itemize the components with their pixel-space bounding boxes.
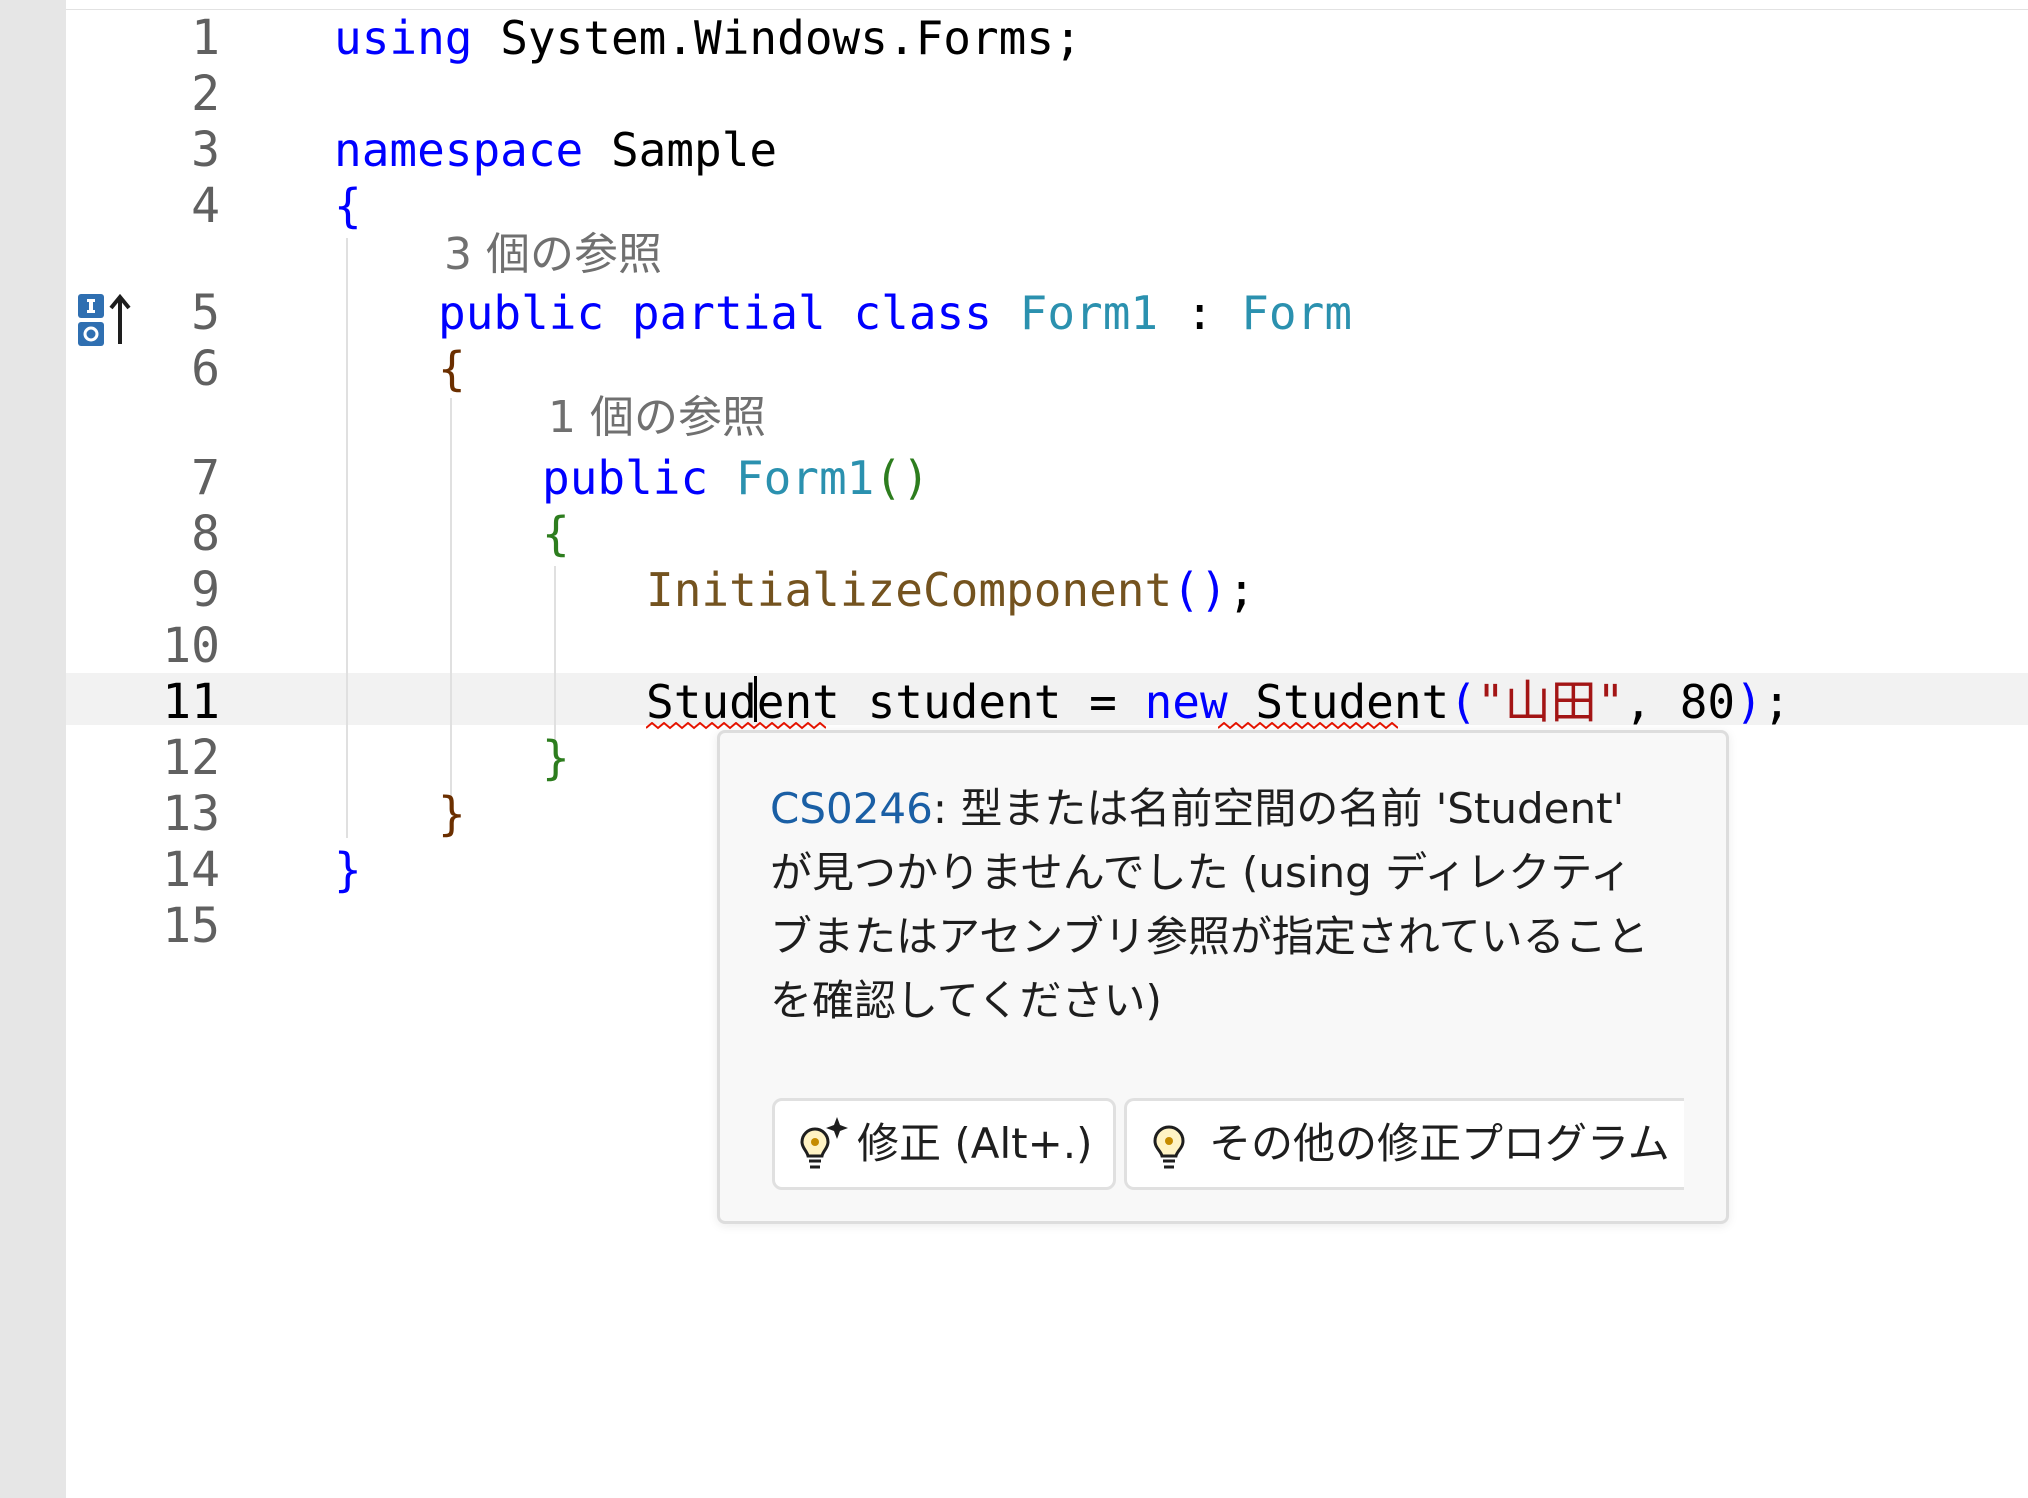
line-number: 2 [191,66,220,122]
fix-button-label: 修正 (Alt+.) [857,1119,1093,1168]
code-line-13[interactable]: } [438,786,466,842]
sparkle-lightbulb-icon [795,1115,851,1175]
line-number: 3 [191,122,220,178]
codelens-references[interactable]: 1 個の参照 [548,393,766,443]
line-number: 8 [191,506,220,562]
more-fixes-label: その他の修正プログラム (A [1209,1119,1684,1168]
more-fixes-button[interactable]: その他の修正プログラム (A [1124,1098,1684,1190]
class-name: Form1 [1019,286,1159,340]
brace: { [542,507,570,561]
keyword: public [438,286,605,340]
implements-icon[interactable] [74,292,134,348]
parens: () [874,451,930,505]
code-line-1[interactable]: using System.Windows.Forms; [334,10,1082,66]
brace: } [542,731,570,785]
error-code-link[interactable]: CS0246 [770,784,933,833]
namespace-name: System.Windows.Forms; [500,11,1082,65]
line-number: 6 [191,341,220,397]
keyword: partial [631,286,826,340]
line-number-active: 11 [162,674,220,730]
line-number: 14 [162,842,220,898]
indent-guide [554,566,556,756]
error-message: CS0246: 型または名前空間の名前 'Student' が見つかりませんでし… [770,777,1670,1033]
line-number: 13 [162,786,220,842]
indent-guide [346,238,348,838]
keyword: namespace [334,123,584,177]
comma: , [1624,675,1653,729]
line-number: 1 [191,10,220,66]
keyword: using [334,11,473,65]
keyword: public [542,451,709,505]
error-quickinfo-popup: CS0246: 型または名前空間の名前 'Student' が見つかりませんでし… [717,730,1729,1224]
parens: () [1172,563,1228,617]
line-number: 5 [191,285,220,341]
namespace-name: Sample [610,123,778,177]
paren: ( [1449,675,1477,729]
codelens-references[interactable]: 3 個の参照 [444,230,662,280]
code-line-7[interactable]: public Form1() [542,450,930,506]
variable-name: student [867,675,1062,729]
code-line-6[interactable]: { [438,341,466,397]
line-number: 9 [191,562,220,618]
editor-left-margin [0,0,66,1498]
indent-guide [450,398,452,798]
base-class-name: Form [1241,286,1353,340]
line-number: 4 [191,178,220,234]
unresolved-type[interactable]: Student [646,675,840,729]
number-literal: 80 [1679,675,1736,729]
code-line-8[interactable]: { [542,506,570,562]
code-line-4[interactable]: { [334,178,362,234]
editor-top-edge [66,0,2028,10]
brace: { [334,179,362,233]
code-line-14[interactable]: } [334,842,362,898]
line-number: 12 [162,730,220,786]
lightbulb-icon [1147,1115,1203,1175]
line-number: 10 [162,618,220,674]
brace: } [438,787,466,841]
line-number: 15 [162,898,220,954]
code-line-3[interactable]: namespace Sample [334,122,777,178]
semicolon: ; [1227,563,1256,617]
code-line-9[interactable]: InitializeComponent(); [646,562,1255,618]
paren: ) [1735,675,1763,729]
constructor-name: Form1 [735,451,875,505]
brace: { [438,342,466,396]
method-call: InitializeComponent [646,563,1173,617]
error-squiggle [646,722,826,730]
keyword: class [853,286,992,340]
colon: : [1185,286,1214,340]
assign-operator: = [1089,675,1117,729]
fix-button[interactable]: 修正 (Alt+.) [772,1098,1116,1190]
unresolved-type[interactable]: Student [1255,675,1449,729]
string-literal: "山田" [1476,675,1625,729]
brace: } [334,843,362,897]
code-line-5[interactable]: public partial class Form1 : Form [438,285,1352,341]
error-squiggle [1218,722,1398,730]
text-caret [754,676,757,722]
code-line-12[interactable]: } [542,730,570,786]
semicolon: ; [1762,675,1791,729]
keyword: new [1144,675,1228,729]
line-number: 7 [191,450,220,506]
